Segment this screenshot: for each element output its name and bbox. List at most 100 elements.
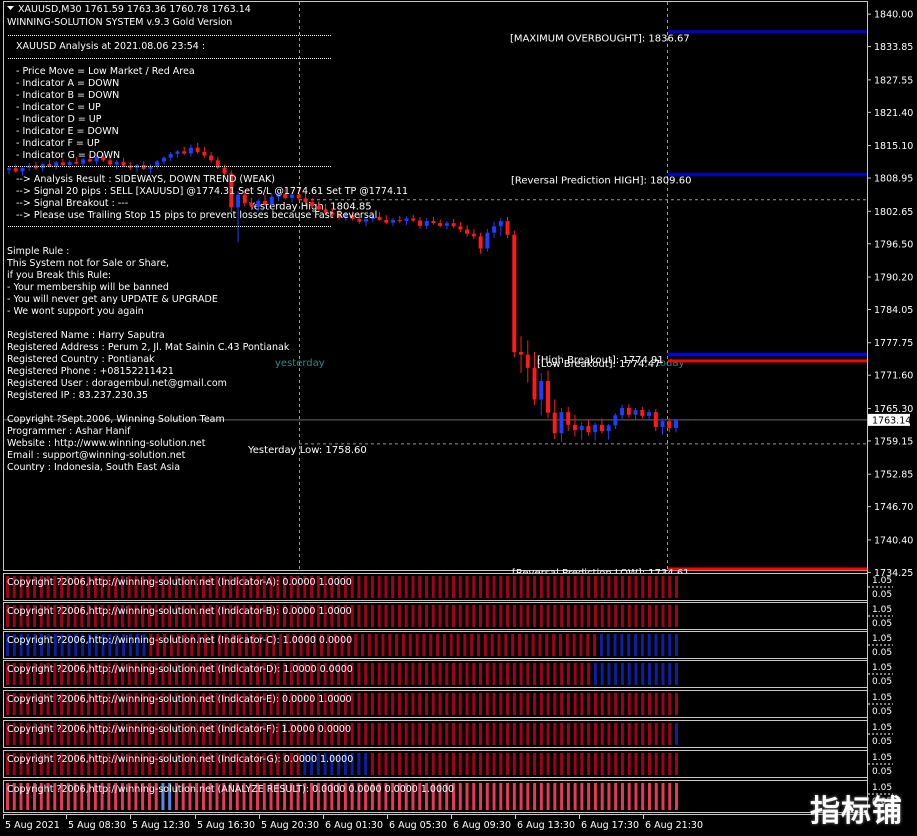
y-tick-label: 1790.20: [874, 273, 913, 284]
indicator-scale-low: 0.05: [872, 619, 892, 629]
indicator-bar: [614, 576, 618, 598]
indicator-bar: [388, 634, 392, 656]
indicator-bar: [614, 693, 618, 715]
indicator-bar: [458, 753, 462, 775]
indicator-bar: [640, 634, 644, 656]
indicator-label: Copyright ?2006,http://winning-solution.…: [7, 724, 351, 735]
candle-body: [498, 221, 503, 227]
indicator-panels: Copyright ?2006,http://winning-solution.…: [3, 573, 893, 813]
indicator-scale-low: 0.05: [872, 648, 892, 658]
indicator-bar: [506, 605, 510, 627]
indicator-bar: [654, 605, 658, 627]
candle-body: [667, 421, 672, 428]
indicator-bar: [661, 634, 665, 656]
indicator-bar: [526, 605, 530, 627]
indicator-bar: [492, 693, 496, 715]
candle-body: [505, 221, 510, 235]
indicator-scale-high: 1.05: [872, 663, 892, 673]
indicator-scale-low: 0.05: [872, 707, 892, 717]
indicator-bar: [404, 576, 408, 598]
indicator-bar: [627, 605, 631, 627]
indicator-bar: [424, 723, 428, 745]
x-tick-label: 6 Aug 01:30: [325, 820, 383, 831]
indicator-bar: [580, 783, 584, 810]
indicator-bar: [593, 605, 597, 627]
candle-body: [579, 425, 584, 431]
indicator-bar: [391, 605, 395, 627]
indicator-bar: [668, 663, 672, 685]
indicator-bar: [477, 634, 481, 656]
candle-body: [606, 425, 611, 432]
indicator-bar: [463, 634, 467, 656]
indicator-bar: [560, 576, 564, 598]
indicator-bar: [465, 753, 469, 775]
indicator-bar: [458, 783, 462, 810]
indicator-bar: [404, 663, 408, 685]
symbol-quote-line: XAUUSD,M30 1761.59 1763.36 1760.78 1763.…: [18, 4, 251, 15]
indicator-bar: [573, 693, 577, 715]
indicator-bar: [580, 693, 584, 715]
indicator-bar: [553, 753, 557, 775]
indicator-bar: [573, 663, 577, 685]
indicator-bar: [364, 753, 368, 775]
indicator-bar: [411, 723, 415, 745]
indicator-bar: [357, 576, 361, 598]
copyright-line: Website : http://www.winning-solution.ne…: [7, 438, 206, 449]
indicator-bar: [566, 783, 570, 810]
indicator-bar: [553, 693, 557, 715]
indicator-bar: [458, 693, 462, 715]
indicator-bar: [627, 663, 631, 685]
indicator-bar: [492, 753, 496, 775]
indicator-bar: [586, 634, 590, 656]
candle-body: [519, 351, 524, 355]
rule-line: - We wont support you again: [7, 306, 144, 317]
indicator-bar: [350, 723, 354, 745]
indicator-panel: Copyright ?2006,http://winning-solution.…: [3, 750, 893, 778]
indicator-scale-high: 1.05: [872, 634, 892, 644]
copyright-line: Email : support@winning-solution.net: [7, 450, 186, 461]
indicator-bar: [614, 723, 618, 745]
indicator-bar: [458, 663, 462, 685]
indicator-bar: [607, 753, 611, 775]
indicator-bar: [641, 723, 645, 745]
indicator-bar: [452, 693, 455, 715]
indicator-bar: [647, 783, 651, 810]
candle-body: [613, 415, 618, 426]
indicator-bar: [411, 753, 415, 775]
indicator-bar: [395, 634, 399, 656]
candle-body: [492, 226, 497, 233]
indicator-bar: [438, 693, 442, 715]
indicator-scale-high: 1.05: [872, 753, 892, 763]
indicator-bar: [580, 605, 584, 627]
indicator-bar: [620, 723, 624, 745]
indicator-bar: [600, 723, 604, 745]
indicator-bar: [517, 634, 521, 656]
indicator-bar: [634, 663, 638, 685]
indicator-bar: [354, 634, 358, 656]
indicator-bar: [404, 605, 408, 627]
indicator-label: Copyright ?2006,http://winning-solution.…: [7, 606, 352, 617]
indicator-bar: [472, 576, 476, 598]
indicator-bar: [479, 753, 483, 775]
candle-body: [263, 201, 268, 205]
candle-body: [417, 220, 422, 226]
indicator-bar: [668, 753, 672, 775]
indicator-panel: Copyright ?2006,http://winning-solution.…: [3, 631, 893, 659]
indicator-bar: [499, 663, 503, 685]
indicator-bar: [445, 576, 449, 598]
indicator-bar: [445, 723, 449, 745]
indicator-bar: [539, 605, 543, 627]
indicator-bar: [424, 663, 428, 685]
indicator-bar: [546, 576, 550, 598]
indicator-bar: [377, 605, 381, 627]
candle-body: [653, 412, 658, 427]
indicator-bar: [647, 576, 651, 598]
indicator-bar: [397, 723, 401, 745]
indicator-bar: [620, 634, 624, 656]
indicator-bar: [647, 663, 651, 685]
indicator-bar: [675, 634, 678, 656]
current-price-label: 1763.14: [872, 415, 911, 426]
indicator-bar: [600, 663, 604, 685]
analysis-item: - Indicator C = UP: [16, 102, 101, 113]
rule-line: Simple Rule :: [7, 246, 69, 257]
